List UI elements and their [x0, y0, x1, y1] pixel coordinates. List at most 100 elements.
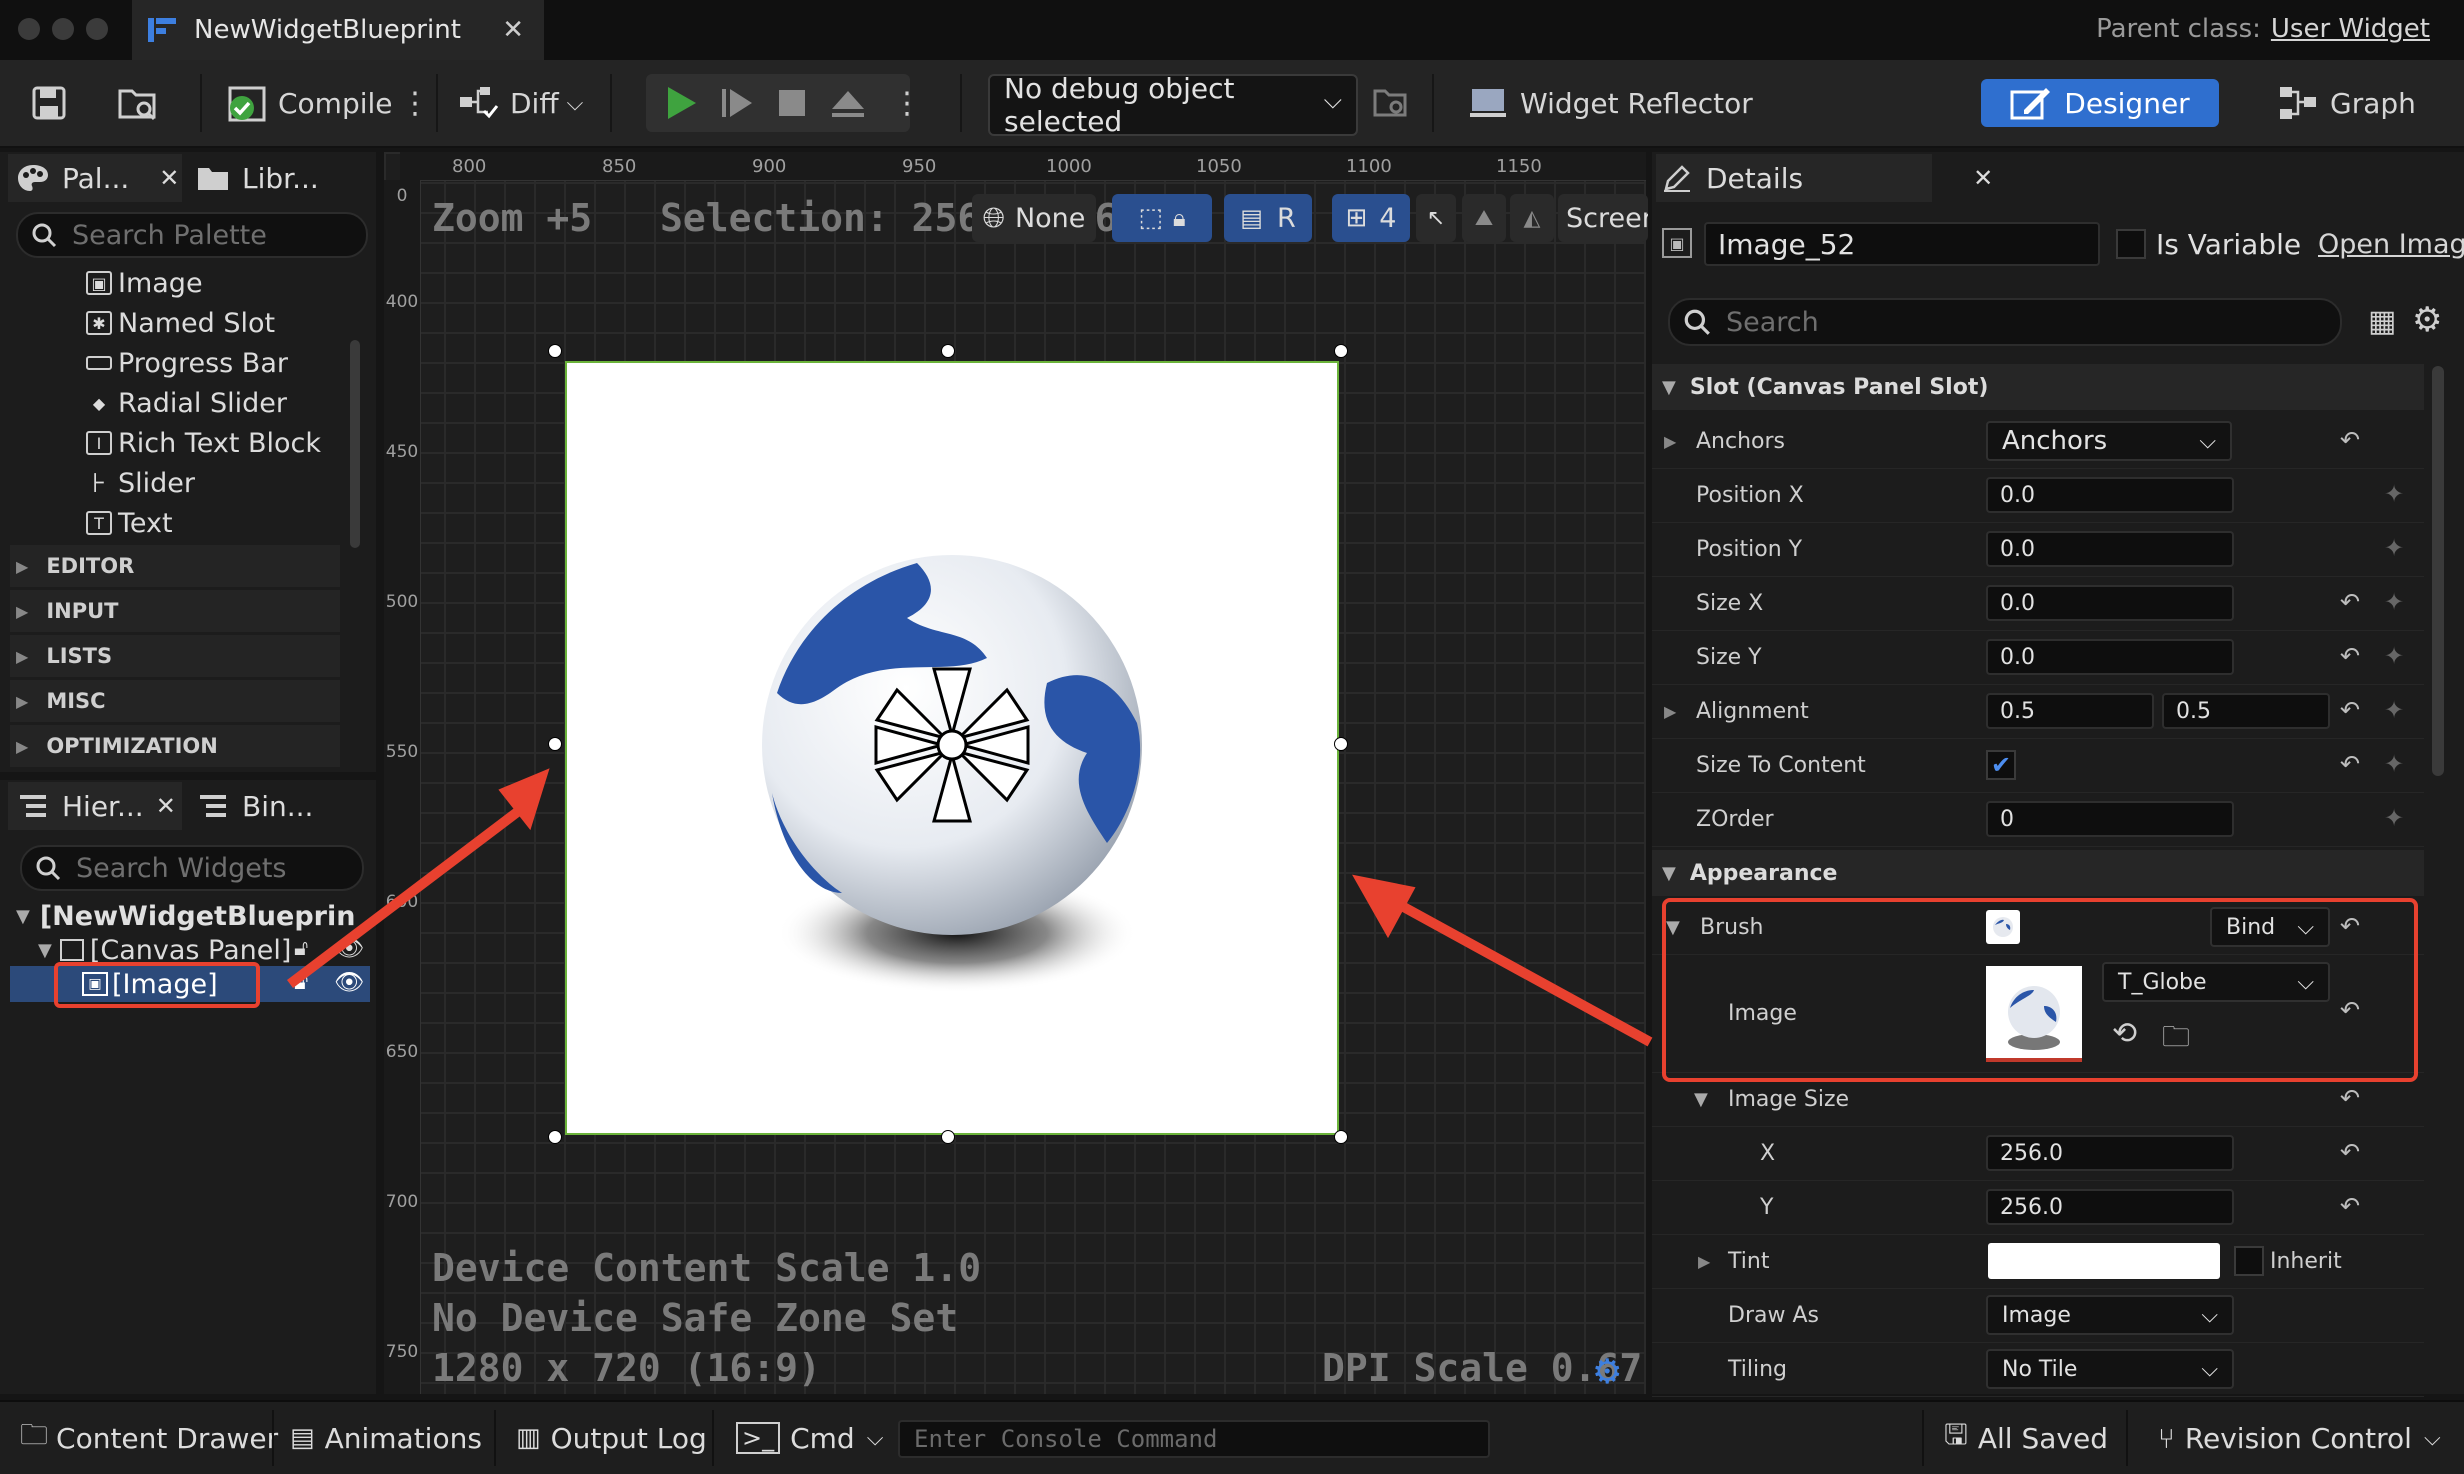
size-y-input[interactable]: 0.0	[1986, 639, 2234, 675]
reset-arrow-icon[interactable]: ↶	[2340, 1084, 2360, 1112]
compile-button[interactable]: Compile	[226, 74, 393, 132]
resize-handle[interactable]	[1334, 737, 1348, 751]
diff-button[interactable]: Diff ⌵	[458, 74, 583, 132]
all-saved-button[interactable]: 🖫︎ All Saved	[1944, 1402, 2108, 1474]
palette-scrollbar[interactable]	[350, 340, 360, 548]
grid-snap-toggle[interactable]: ⊞ 4	[1332, 194, 1410, 242]
alignment-x-input[interactable]: 0.5	[1986, 693, 2154, 729]
resize-handle[interactable]	[548, 344, 562, 358]
selected-image-widget[interactable]	[565, 361, 1339, 1135]
respect-locks-toggle[interactable]: ▤ R	[1224, 194, 1312, 242]
resize-handle[interactable]	[1334, 1130, 1348, 1144]
play-options-button[interactable]: ⋮	[892, 74, 922, 132]
widget-name-input[interactable]: Image_52	[1704, 222, 2100, 266]
resize-handle[interactable]	[548, 737, 562, 751]
revision-control-button[interactable]: ⑂ Revision Control ⌵	[2158, 1402, 2441, 1474]
image-size-x-input[interactable]: 256.0	[1986, 1135, 2234, 1171]
tree-root[interactable]: ▼ [NewWidgetBlueprin	[16, 898, 355, 934]
open-image-link[interactable]: Open Image	[2318, 229, 2464, 260]
expand-arrow-icon[interactable]: ▶	[1664, 414, 1676, 468]
select-mode-button[interactable]: ↖	[1416, 194, 1456, 242]
close-tab-icon[interactable]: ✕	[502, 15, 524, 45]
minimize-window-button[interactable]	[52, 18, 74, 40]
table-view-icon[interactable]: ▦	[2368, 304, 2396, 339]
anchors-dropdown[interactable]: Anchors ⌵	[1986, 421, 2232, 461]
reset-arrow-icon[interactable]: ↶	[2340, 1138, 2360, 1166]
close-tab-icon[interactable]: ✕	[1973, 164, 1993, 192]
palette-item-progress-bar[interactable]: Progress Bar	[86, 344, 288, 382]
tint-color-swatch[interactable]	[1988, 1243, 2220, 1279]
reset-arrow-icon[interactable]: ↶	[2340, 642, 2360, 670]
resize-handle[interactable]	[548, 1130, 562, 1144]
eject-button[interactable]	[828, 74, 868, 132]
keyframe-pin-icon[interactable]: ✦	[2384, 804, 2404, 832]
background-image-button[interactable]: ⛰︎	[1462, 194, 1506, 242]
eye-icon[interactable]: 👁︎	[334, 968, 364, 996]
designer-mode-button[interactable]: Designer	[1981, 79, 2219, 127]
resize-handle[interactable]	[941, 344, 955, 358]
is-variable-checkbox[interactable]	[2116, 229, 2146, 259]
library-tab[interactable]: Libr...	[196, 154, 319, 202]
palette-category-lists[interactable]: ▶ LISTS	[10, 635, 340, 677]
palette-item-text[interactable]: T Text	[86, 504, 173, 542]
keyframe-pin-icon[interactable]: ✦	[2384, 480, 2404, 508]
palette-item-named-slot[interactable]: ✱ Named Slot	[86, 304, 275, 342]
keyframe-pin-icon[interactable]: ✦	[2384, 642, 2404, 670]
palette-item-slider[interactable]: ⊦ Slider	[86, 464, 195, 502]
parent-class-link[interactable]: User Widget	[2271, 14, 2430, 44]
resize-handle[interactable]	[941, 1130, 955, 1144]
zorder-input[interactable]: 0	[1986, 801, 2234, 837]
hierarchy-search-input[interactable]: Search Widgets	[20, 845, 364, 891]
palette-category-input[interactable]: ▶ INPUT	[10, 590, 340, 632]
keyframe-pin-icon[interactable]: ✦	[2384, 534, 2404, 562]
palette-tab[interactable]: Pal... ✕	[16, 154, 179, 202]
palette-category-misc[interactable]: ▶ MISC	[10, 680, 340, 722]
palette-category-optimization[interactable]: ▶ OPTIMIZATION	[10, 725, 340, 767]
details-tab[interactable]: Details ✕	[1662, 154, 1993, 202]
details-search-input[interactable]: Search	[1668, 298, 2342, 346]
alignment-y-input[interactable]: 0.5	[2162, 693, 2330, 729]
content-drawer-button[interactable]: 🗀︎ Content Drawer	[20, 1402, 278, 1474]
keyframe-pin-icon[interactable]: ✦	[2384, 750, 2404, 778]
resize-handle[interactable]	[1334, 344, 1348, 358]
reset-arrow-icon[interactable]: ↶	[2340, 1192, 2360, 1220]
cmd-button[interactable]: >_ Cmd ⌵	[736, 1402, 883, 1474]
hierarchy-tab[interactable]: Hier... ✕	[18, 782, 176, 830]
appearance-section-header[interactable]: ▼ Appearance	[1652, 850, 2424, 896]
reset-arrow-icon[interactable]: ↶	[2340, 696, 2360, 724]
palette-item-radial-slider[interactable]: ◆ Radial Slider	[86, 384, 287, 422]
flip-button[interactable]: ◭	[1510, 194, 1554, 242]
widget-reflector-button[interactable]: Widget Reflector	[1466, 74, 1753, 132]
lock-icon[interactable]: 🔓︎	[294, 936, 308, 961]
palette-item-image[interactable]: ▣ Image	[86, 264, 203, 302]
marquee-lock-toggle[interactable]: ⬚ 🔒︎	[1112, 194, 1212, 242]
console-command-input[interactable]: Enter Console Command	[898, 1420, 1490, 1458]
browse-asset-button[interactable]	[116, 74, 160, 132]
inherit-checkbox[interactable]	[2234, 1246, 2264, 1276]
expand-arrow-icon[interactable]: ▶	[1664, 684, 1676, 738]
reset-arrow-icon[interactable]: ↶	[2340, 750, 2360, 778]
expand-arrow-icon[interactable]: ▶	[1698, 1234, 1710, 1288]
size-to-content-checkbox[interactable]: ✔	[1986, 750, 2016, 780]
localization-preview-button[interactable]: 🌐︎ None	[972, 194, 1096, 242]
reset-arrow-icon[interactable]: ↶	[2340, 426, 2360, 454]
palette-search-input[interactable]: Search Palette	[16, 212, 368, 258]
size-x-input[interactable]: 0.0	[1986, 585, 2234, 621]
document-tab[interactable]: NewWidgetBlueprint ✕	[132, 0, 544, 60]
tiling-dropdown[interactable]: No Tile ⌵	[1986, 1349, 2234, 1389]
find-debug-object-button[interactable]	[1372, 74, 1410, 132]
lock-icon[interactable]: 🔓︎	[294, 970, 308, 995]
debug-object-select[interactable]: No debug object selected ⌵	[988, 72, 1358, 138]
details-scrollbar[interactable]	[2432, 366, 2444, 776]
output-log-button[interactable]: ▥ Output Log	[516, 1402, 707, 1474]
collapse-arrow-icon[interactable]: ▼	[1694, 1072, 1708, 1126]
graph-mode-button[interactable]: Graph	[2278, 74, 2416, 132]
image-size-y-input[interactable]: 256.0	[1986, 1189, 2234, 1225]
dpi-settings-gear-icon[interactable]: ⚙	[1592, 1352, 1622, 1392]
close-tab-icon[interactable]: ✕	[156, 792, 176, 820]
close-window-button[interactable]	[18, 18, 40, 40]
position-x-input[interactable]: 0.0	[1986, 477, 2234, 513]
advance-frame-button[interactable]	[716, 74, 756, 132]
screen-size-button[interactable]: Screer	[1558, 194, 1648, 242]
animations-button[interactable]: ▤ Animations	[290, 1402, 482, 1474]
